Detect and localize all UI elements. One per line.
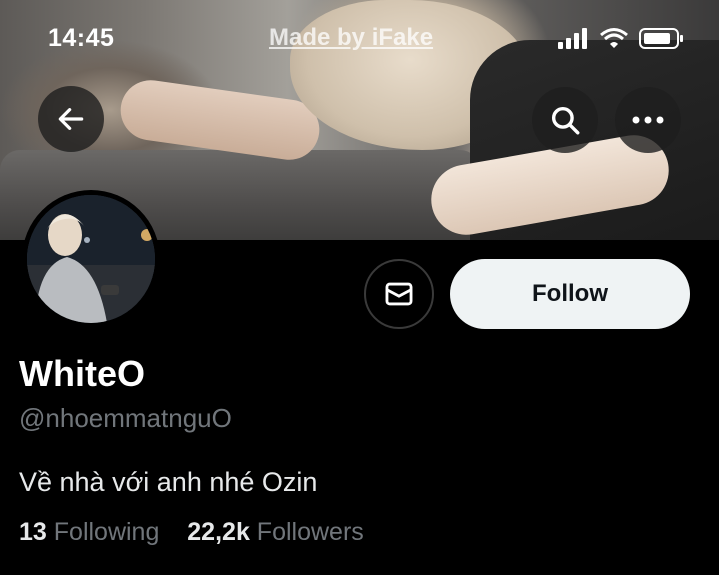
follow-stats: 13 Following 22,2k Followers [19, 518, 364, 547]
display-name: WhiteO [19, 353, 145, 394]
status-bar: 14:45 Made by iFake [0, 22, 719, 58]
search-icon [551, 106, 580, 135]
follow-button[interactable]: Follow [450, 259, 690, 329]
mail-icon [385, 282, 413, 306]
avatar-image [27, 195, 155, 323]
back-button[interactable] [38, 86, 104, 152]
message-button[interactable] [364, 259, 434, 329]
following-label: Following [53, 518, 160, 546]
more-options-button[interactable] [615, 87, 681, 153]
signal-wifi-battery-icon [558, 28, 683, 49]
search-button[interactable] [532, 87, 598, 153]
followers-stat[interactable]: 22,2k Followers [187, 518, 364, 546]
avatar[interactable] [22, 190, 160, 328]
profile-bio: Về nhà với anh nhé Ozin [19, 467, 318, 497]
more-horizontal-icon [632, 116, 664, 124]
user-handle: @nhoemmatnguO [19, 403, 232, 433]
following-count: 13 [19, 518, 47, 546]
following-stat[interactable]: 13 Following [19, 518, 159, 546]
followers-label: Followers [256, 518, 364, 546]
status-time: 14:45 [48, 24, 115, 52]
followers-count: 22,2k [187, 518, 250, 546]
arrow-left-icon [58, 108, 84, 130]
system-icons [558, 26, 688, 50]
watermark-text: Made by iFake [269, 24, 434, 51]
